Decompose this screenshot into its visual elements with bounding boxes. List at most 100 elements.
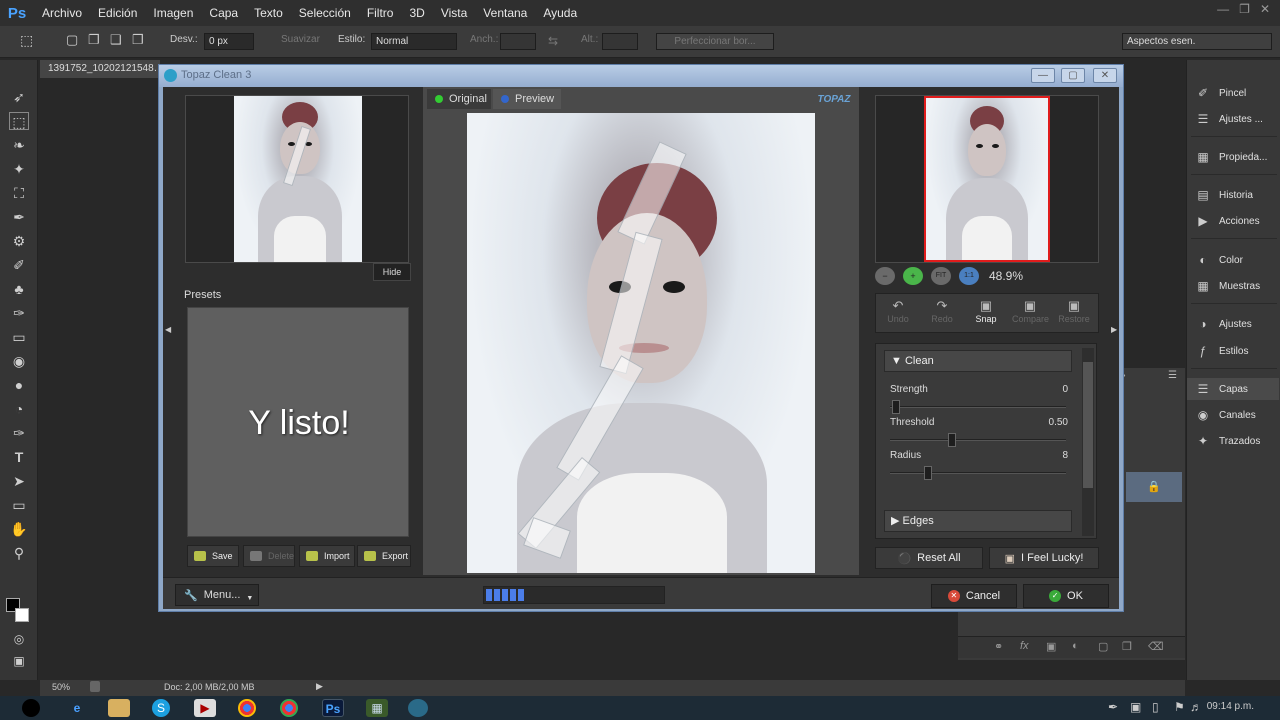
ie-icon[interactable]: e [66, 699, 88, 717]
menu-capa[interactable]: Capa [201, 6, 246, 20]
type-icon[interactable]: T [9, 448, 29, 466]
zoom-level[interactable]: 50% [52, 682, 70, 692]
undo-button[interactable]: ↶ Undo [880, 298, 916, 324]
tray-icon[interactable]: ▯ [1152, 700, 1159, 714]
hide-button[interactable]: Hide [373, 263, 411, 281]
chrome-alt-icon[interactable] [280, 699, 298, 717]
radius-value[interactable]: 8 [1026, 450, 1068, 461]
dialog-maximize-icon[interactable]: ▢ [1061, 68, 1085, 83]
workspace-select[interactable]: Aspectos esen. [1122, 33, 1272, 50]
menu-seleccion[interactable]: Selección [291, 6, 359, 20]
threshold-knob[interactable] [948, 433, 956, 447]
redo-button[interactable]: ↷ Redo [924, 298, 960, 324]
panel-menu-icon[interactable]: ☰ [1168, 370, 1177, 381]
clean-section-header[interactable]: ▼ Clean [884, 350, 1072, 372]
move-tool-icon[interactable]: ➶ [9, 88, 29, 106]
tray-icon[interactable]: ▣ [1130, 700, 1141, 714]
network-icon[interactable]: ⚑ [1174, 700, 1185, 714]
navigator-thumbnail[interactable] [924, 96, 1050, 262]
media-icon[interactable]: ▶ [194, 699, 216, 717]
save-preset-button[interactable]: Save [187, 545, 239, 567]
panel-ajustes[interactable]: ◑ Ajustes [1195, 313, 1251, 335]
menu-imagen[interactable]: Imagen [145, 6, 201, 20]
panel-trazados[interactable]: ✦ Trazados [1195, 430, 1260, 452]
restore-button[interactable]: ▣ Restore [1056, 298, 1092, 324]
folder-icon[interactable]: ▢ [1098, 640, 1108, 653]
presets-list[interactable]: Y listo! [187, 307, 409, 537]
panel-historia[interactable]: ▤ Historia [1195, 184, 1253, 206]
bucket-icon[interactable]: ◉ [9, 352, 29, 370]
crop-icon[interactable]: ⛶ [9, 184, 29, 202]
fx-icon[interactable]: fx [1020, 640, 1029, 652]
reset-all-button[interactable]: ⚫ Reset All [875, 547, 983, 569]
intersect-selection-icon[interactable]: ❒ [132, 32, 144, 48]
stamp-icon[interactable]: ♣ [9, 280, 29, 298]
lasso-icon[interactable]: ❧ [9, 136, 29, 154]
volume-icon[interactable]: ♬ [1190, 700, 1202, 714]
shape-icon[interactable]: ▭ [9, 496, 29, 514]
background-color[interactable] [15, 608, 29, 622]
collapse-right-icon[interactable]: ▶ [1111, 325, 1117, 334]
trash-icon[interactable]: ⌫ [1148, 640, 1164, 653]
minimize-icon[interactable]: — [1217, 2, 1229, 16]
eraser-icon[interactable]: ▭ [9, 328, 29, 346]
preview-image[interactable] [467, 113, 815, 573]
hand-icon[interactable]: ✋ [9, 520, 29, 538]
height-input[interactable] [602, 33, 638, 50]
feather-input[interactable]: 0 px [204, 33, 254, 50]
dodge-icon[interactable]: ◔ [9, 400, 29, 418]
panel-capas[interactable]: ☰ Capas [1187, 378, 1279, 400]
scrollbar-thumb[interactable] [1083, 362, 1093, 488]
mask-icon[interactable]: ▣ [1046, 640, 1056, 653]
panel-estilos[interactable]: ƒ Estilos [1195, 340, 1249, 362]
zoom-in-icon[interactable]: + [903, 267, 923, 285]
brush-tool-icon[interactable]: ✐ [9, 256, 29, 274]
swap-icon[interactable]: ⇆ [548, 34, 558, 48]
strength-value[interactable]: 0 [1026, 384, 1068, 395]
panel-muestras[interactable]: ▦ Muestras [1195, 275, 1260, 297]
menu-texto[interactable]: Texto [246, 6, 291, 20]
threshold-slider[interactable] [890, 439, 1066, 441]
healing-icon[interactable]: ⚙ [9, 232, 29, 250]
adjust-layer-icon[interactable]: ◐ [1072, 640, 1079, 652]
close-icon[interactable]: ✕ [1260, 2, 1270, 16]
restore-icon[interactable]: ❐ [1239, 2, 1250, 16]
snap-button[interactable]: ▣ Snap [968, 298, 1004, 324]
status-arrow-icon[interactable]: ▶ [316, 681, 323, 692]
radius-knob[interactable] [924, 466, 932, 480]
menu-archivo[interactable]: Archivo [34, 6, 90, 20]
style-select[interactable]: Normal [371, 33, 457, 50]
start-icon[interactable] [22, 699, 40, 717]
tab-preview[interactable]: Preview [493, 89, 561, 109]
menu-filtro[interactable]: Filtro [359, 6, 402, 20]
link-icon[interactable]: ⚭ [994, 640, 1003, 653]
topaz-task-icon[interactable] [408, 699, 428, 717]
dialog-titlebar[interactable]: Topaz Clean 3 — ▢ ✕ [159, 65, 1123, 87]
menu-edicion[interactable]: Edición [90, 6, 145, 20]
refine-edge-button[interactable]: Perfeccionar bor... [656, 33, 774, 50]
eyedropper-icon[interactable]: ✒ [9, 208, 29, 226]
history-brush-icon[interactable]: ✑ [9, 304, 29, 322]
menu-ayuda[interactable]: Ayuda [535, 6, 585, 20]
width-input[interactable] [500, 33, 536, 50]
strength-knob[interactable] [892, 400, 900, 414]
menu-button[interactable]: 🔧 Menu... ▼ [175, 584, 259, 606]
photoshop-task-icon[interactable]: Ps [322, 699, 344, 717]
zoom-icon[interactable]: ⚲ [9, 544, 29, 562]
explorer-icon[interactable] [108, 699, 130, 717]
panel-canales[interactable]: ◉ Canales [1195, 404, 1256, 426]
panel-pincel[interactable]: ✐ Pincel [1195, 82, 1246, 104]
app-task-icon[interactable]: ▦ [366, 699, 388, 717]
blur-icon[interactable]: ● [9, 376, 29, 394]
feel-lucky-button[interactable]: ▣ I Feel Lucky! [989, 547, 1099, 569]
path-select-icon[interactable]: ➤ [9, 472, 29, 490]
quick-select-icon[interactable]: ✦ [9, 160, 29, 178]
menu-ventana[interactable]: Ventana [475, 6, 535, 20]
marquee-tool-icon[interactable]: ⬚ [20, 32, 33, 49]
new-selection-icon[interactable]: ▢ [66, 32, 78, 48]
panel-ajustes-pincel[interactable]: ☰ Ajustes ... [1195, 108, 1263, 130]
panel-acciones[interactable]: ▶ Acciones [1195, 210, 1259, 232]
settings-scrollbar[interactable] [1082, 348, 1094, 536]
dialog-close-icon[interactable]: ✕ [1093, 68, 1117, 83]
panel-color[interactable]: ◐ Color [1195, 249, 1243, 271]
